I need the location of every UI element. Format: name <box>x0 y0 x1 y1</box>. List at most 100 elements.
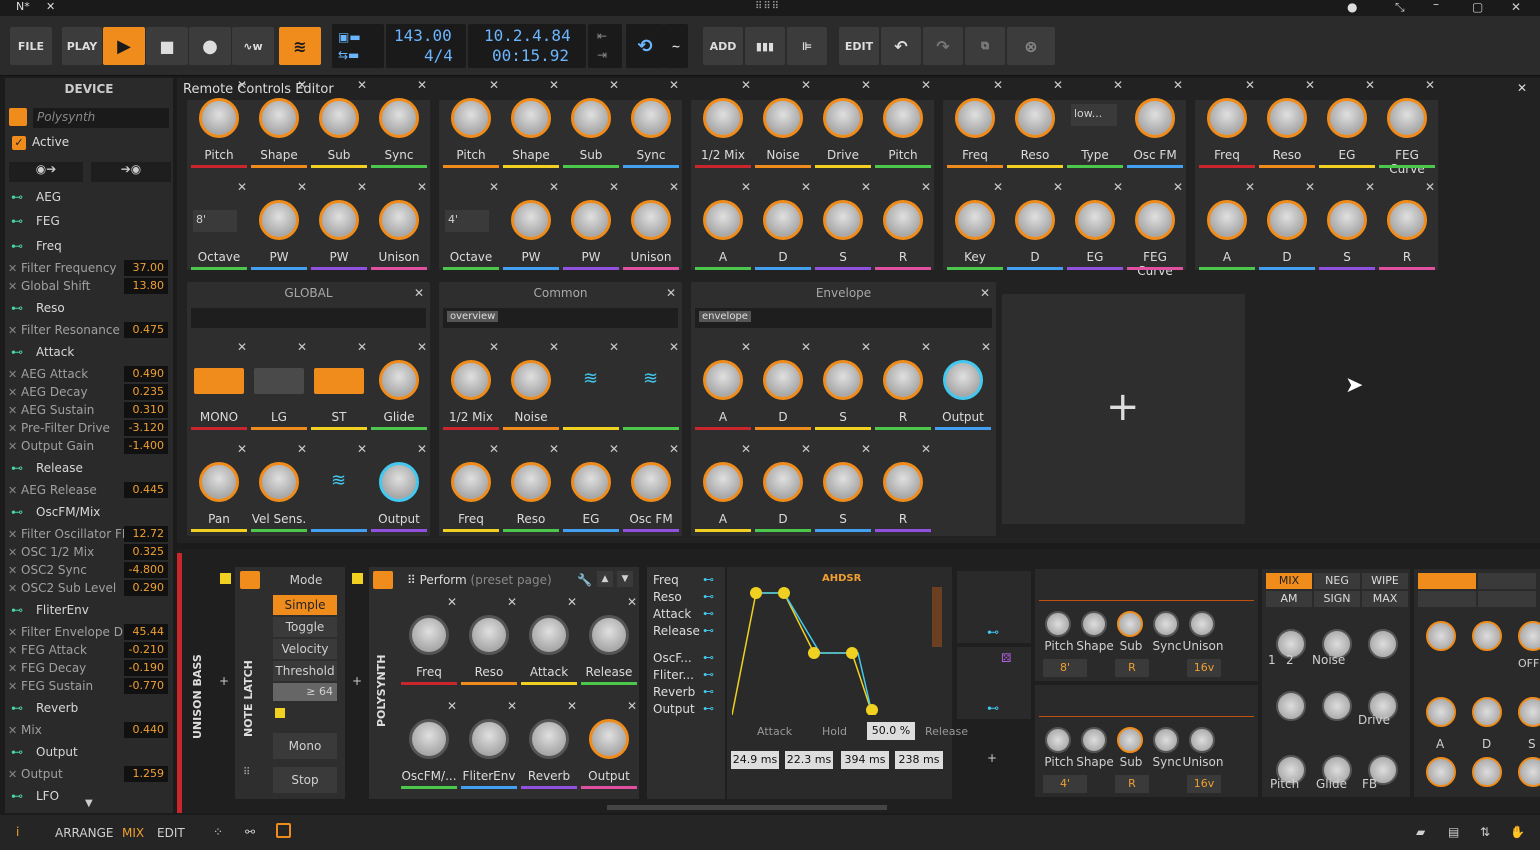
remove-slot-icon[interactable]: ✕ <box>567 595 577 609</box>
copy-button[interactable]: ⧉ <box>965 27 1005 65</box>
sidebar-row[interactable]: ✕ Output Gain -1.400 <box>5 437 173 455</box>
dropdown[interactable]: 4' <box>445 210 489 232</box>
sidebar-row[interactable]: ⊷ FEG <box>5 212 173 230</box>
remote-knob[interactable] <box>1387 98 1427 138</box>
decay-handle[interactable] <box>808 647 820 659</box>
polysynth-led[interactable] <box>352 573 363 584</box>
remove-slot-icon[interactable]: ✕ <box>417 180 427 194</box>
remove-icon[interactable]: ✕ <box>8 564 17 577</box>
remove-slot-icon[interactable]: ✕ <box>1305 180 1315 194</box>
remove-slot-icon[interactable]: ✕ <box>801 442 811 456</box>
remove-slot-icon[interactable]: ✕ <box>567 699 577 713</box>
remote-knob[interactable] <box>1207 200 1247 240</box>
remote-knob[interactable] <box>379 200 419 240</box>
remote-knob[interactable] <box>511 200 551 240</box>
remove-slot-icon[interactable]: ✕ <box>1113 78 1123 92</box>
sidebar-row[interactable]: ✕ Filter Frequency 37.00 <box>5 259 173 277</box>
sidebar-row-value[interactable]: 0.440 <box>124 722 168 738</box>
waveform-display[interactable] <box>1039 689 1254 717</box>
remove-slot-icon[interactable]: ✕ <box>669 442 679 456</box>
sidebar-row[interactable]: ⊷ Release <box>5 459 173 477</box>
mod-arrow-icon[interactable]: ⊷ <box>703 702 714 715</box>
remove-slot-icon[interactable]: ✕ <box>609 442 619 456</box>
sidebar-row[interactable]: ✕ Pre-Filter Drive -3.120 <box>5 419 173 437</box>
device-power-icon[interactable] <box>373 571 393 589</box>
page-down-icon[interactable]: ▼ <box>617 571 633 587</box>
remote-knob[interactable] <box>451 360 491 400</box>
metronome-icon[interactable]: ▣▬ <box>338 30 361 44</box>
add-page-button[interactable]: + <box>1002 294 1245 524</box>
delete-button[interactable]: ⊗ <box>1007 27 1055 65</box>
chain-scrollbar[interactable] <box>607 805 887 810</box>
remote-knob[interactable] <box>763 98 803 138</box>
add-device-icon[interactable]: + <box>219 674 229 688</box>
remote-knob[interactable] <box>529 615 569 655</box>
groove-button[interactable]: ≋ <box>279 27 321 65</box>
tempo-value[interactable]: 143.00 <box>394 26 452 45</box>
waveform-display[interactable] <box>1039 573 1254 601</box>
sidebar-row[interactable]: ⊷ FliterEnv <box>5 601 173 619</box>
sidebar-row[interactable]: ✕ AEG Decay 0.235 <box>5 383 173 401</box>
modulation-target[interactable]: Attack <box>653 607 691 621</box>
remove-slot-icon[interactable]: ✕ <box>1173 180 1183 194</box>
remove-icon[interactable]: ✕ <box>8 768 17 781</box>
osc-knob[interactable] <box>1117 727 1143 753</box>
remote-knob[interactable] <box>511 98 551 138</box>
filter-knob[interactable] <box>1518 697 1540 727</box>
redo-button[interactable]: ↷ <box>923 27 963 65</box>
remove-slot-icon[interactable]: ✕ <box>357 442 367 456</box>
remove-slot-icon[interactable]: ✕ <box>417 340 427 354</box>
remove-icon[interactable]: ✕ <box>8 582 17 595</box>
sidebar-row[interactable]: ✕ OSC2 Sync -4.800 <box>5 561 173 579</box>
page-up-icon[interactable]: ▲ <box>597 571 613 587</box>
remove-slot-icon[interactable]: ✕ <box>1053 78 1063 92</box>
sidebar-row-value[interactable]: 12.72 <box>124 526 168 542</box>
remote-knob[interactable] <box>409 615 449 655</box>
remove-slot-icon[interactable]: ✕ <box>417 78 427 92</box>
sidebar-row[interactable]: ⊷ Attack <box>5 343 173 361</box>
sidebar-row-value[interactable]: -0.190 <box>124 660 168 676</box>
sidebar-row[interactable]: ⊷ Reso <box>5 299 173 317</box>
mod-arrow-icon[interactable]: ⊷ <box>703 624 714 637</box>
mix-mode-button[interactable]: SIGN <box>1314 591 1360 607</box>
sidebar-row-value[interactable]: 1.259 <box>124 766 168 782</box>
remove-slot-icon[interactable]: ✕ <box>1425 78 1435 92</box>
osc-knob[interactable] <box>1081 611 1107 637</box>
hold-handle[interactable] <box>778 587 790 599</box>
remote-knob[interactable] <box>571 462 611 502</box>
remove-slot-icon[interactable]: ✕ <box>507 699 517 713</box>
sidebar-row[interactable]: ✕ AEG Release 0.445 <box>5 481 173 499</box>
filter-knob[interactable] <box>1472 697 1502 727</box>
time-signature[interactable]: 4/4 <box>424 46 453 65</box>
toggle-button[interactable] <box>254 368 304 394</box>
remote-knob[interactable] <box>511 360 551 400</box>
sidebar-row[interactable]: ✕ AEG Sustain 0.310 <box>5 401 173 419</box>
sidebar-row-value[interactable]: 0.310 <box>124 402 168 418</box>
remove-slot-icon[interactable]: ✕ <box>549 442 559 456</box>
device-icon[interactable] <box>9 108 27 126</box>
automation-write-button[interactable]: ∿w <box>232 27 274 65</box>
remote-knob[interactable] <box>763 462 803 502</box>
remove-slot-icon[interactable]: ✕ <box>357 180 367 194</box>
remote-knob[interactable] <box>379 360 419 400</box>
editor-close-icon[interactable]: ✕ <box>1517 81 1527 95</box>
sidebar-row[interactable]: ✕ Filter Resonance 0.475 <box>5 321 173 339</box>
remote-knob[interactable] <box>955 98 995 138</box>
remove-slot-icon[interactable]: ✕ <box>609 78 619 92</box>
sidebar-row[interactable]: ✕ FEG Attack -0.210 <box>5 641 173 659</box>
remote-knob[interactable] <box>763 200 803 240</box>
sidebar-row-value[interactable]: 0.235 <box>124 384 168 400</box>
remote-knob[interactable] <box>511 462 551 502</box>
sidebar-row[interactable]: ✕ Output 1.259 <box>5 765 173 783</box>
mixer-button[interactable]: ▮▮▮ <box>745 27 785 65</box>
remote-knob[interactable] <box>631 200 671 240</box>
remote-knob[interactable] <box>571 200 611 240</box>
remove-slot-icon[interactable]: ✕ <box>1113 180 1123 194</box>
mod-arrow-icon[interactable]: ⊷ <box>703 590 714 603</box>
remove-slot-icon[interactable]: ✕ <box>237 340 247 354</box>
edit-tab[interactable]: EDIT <box>157 826 185 840</box>
remove-icon[interactable]: ✕ <box>8 440 17 453</box>
remove-slot-icon[interactable]: ✕ <box>489 78 499 92</box>
remote-knob[interactable] <box>259 462 299 502</box>
remote-knob[interactable] <box>703 360 743 400</box>
